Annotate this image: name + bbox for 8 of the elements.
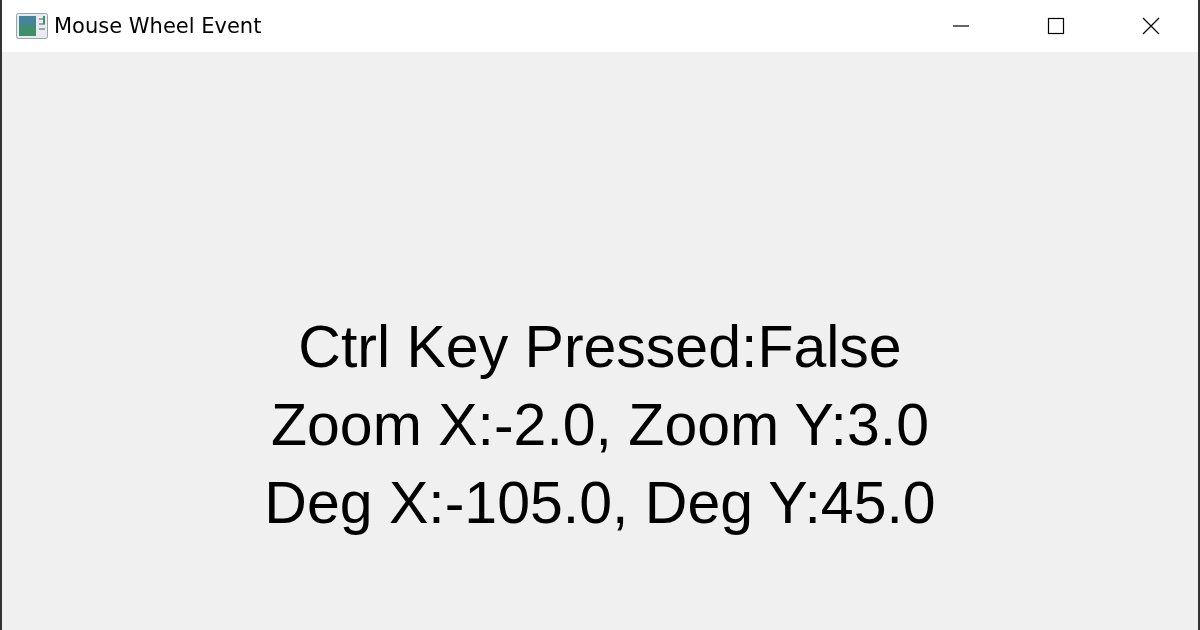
status-text: Zoom X:-2.0, Zoom Y:3.0 (270, 391, 929, 460)
window-title: Mouse Wheel Event (54, 14, 262, 38)
minimize-icon (952, 25, 969, 27)
status-text: Deg X:-105.0, Deg Y:45.0 (264, 469, 936, 538)
maximize-icon (1046, 17, 1065, 35)
app-icon (16, 13, 48, 39)
close-icon (1141, 17, 1160, 35)
status-text: Ctrl Key Pressed:False (298, 313, 902, 382)
